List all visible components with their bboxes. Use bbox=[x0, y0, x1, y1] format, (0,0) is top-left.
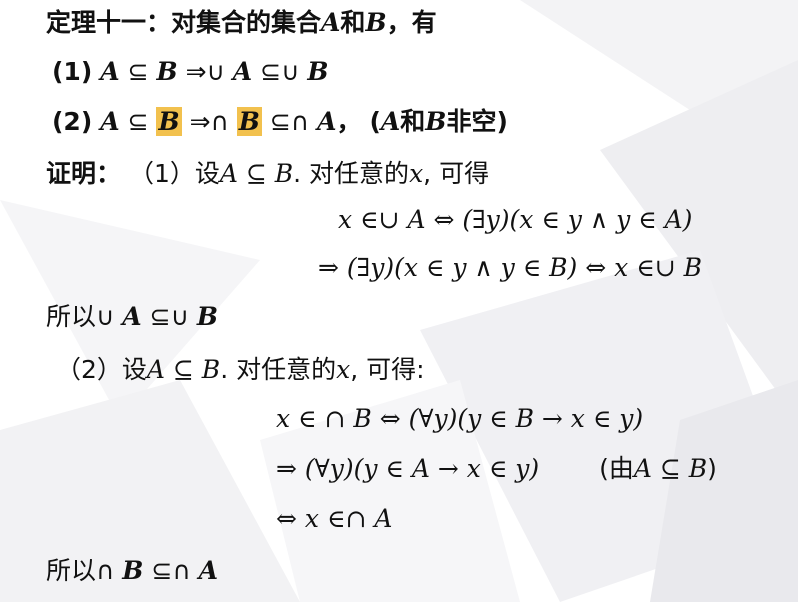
theorem-set-b: B bbox=[365, 8, 387, 37]
conclusion-1-prefix: 所以 bbox=[46, 302, 97, 331]
conclusion-2-prefix: 所以 bbox=[46, 556, 97, 585]
statement-1: (1) A ⊆ B ⇒∪ A ⊆∪ B bbox=[52, 55, 328, 89]
proof-part-2-condition: A ⊆ B bbox=[146, 355, 221, 384]
statement-2-comma: ， bbox=[336, 107, 362, 136]
statement-2-a: A bbox=[100, 107, 120, 136]
proof-part-1-x: x bbox=[409, 159, 424, 188]
statement-1-implies: ⇒∪ bbox=[185, 57, 225, 86]
equation-3: x ∈ ∩ B ⇔ (∀y)(y ∈ B → x ∈ y) bbox=[276, 404, 644, 433]
statement-2-b2-highlighted: B bbox=[236, 107, 262, 136]
statement-2-label: (2) bbox=[52, 107, 93, 136]
statement-2: (2) A ⊆ B ⇒∩ B ⊆∩ A， (A和B非空) bbox=[52, 105, 508, 139]
equation-4-expr: ⇒ (∀y)(y ∈ A → x ∈ y) bbox=[276, 454, 540, 483]
theorem-and: 和 bbox=[340, 8, 366, 37]
conclusion-2-b: B bbox=[122, 556, 144, 585]
proof-part-1-end: , 可得 bbox=[423, 159, 490, 188]
conclusion-1: 所以∪ A ⊆∪ B bbox=[46, 300, 218, 334]
proof-part-2-mid: . 对任意的 bbox=[220, 355, 337, 384]
equation-5: ⇔ x ∈∩ A bbox=[276, 504, 393, 533]
statement-2-implies: ⇒∩ bbox=[189, 107, 229, 136]
statement-1-b2: B bbox=[307, 57, 329, 86]
statement-2-a2: A bbox=[317, 107, 337, 136]
statement-1-subset-union: ⊆∪ bbox=[260, 57, 300, 86]
proof-part-2-end: , 可得: bbox=[350, 355, 425, 384]
theorem-set-a: A bbox=[321, 8, 341, 37]
conclusion-2-a: A bbox=[198, 556, 218, 585]
conclusion-2: 所以∩ B ⊆∩ A bbox=[46, 554, 218, 588]
equation-2: ⇒ (∃y)(x ∈ y ∧ y ∈ B) ⇔ x ∈∪ B bbox=[318, 253, 702, 282]
statement-2-subset: ⊆ bbox=[127, 107, 149, 136]
proof-part-2-label: （2）设 bbox=[56, 355, 147, 384]
statement-2-note: (A和B非空) bbox=[369, 107, 508, 136]
statement-1-a: A bbox=[100, 57, 120, 86]
conclusion-2-subset-intersection: ⊆∩ bbox=[151, 556, 191, 585]
conclusion-2-intersection: ∩ bbox=[96, 556, 115, 585]
statement-1-a2: A bbox=[232, 57, 253, 86]
equation-1: x ∈∪ A ⇔ (∃y)(x ∈ y ∧ y ∈ A) bbox=[338, 205, 693, 234]
statement-1-label: (1) bbox=[52, 57, 93, 86]
conclusion-1-b: B bbox=[196, 302, 218, 331]
statement-2-b-highlighted: B bbox=[156, 107, 182, 136]
proof-part-1-mid: . 对任意的 bbox=[293, 159, 410, 188]
proof-part-2-x: x bbox=[336, 355, 351, 384]
statement-2-subset-intersection: ⊆∩ bbox=[269, 107, 310, 136]
statement-1-b: B bbox=[156, 57, 178, 86]
theorem-title: 定理十一：对集合的集合A和B，有 bbox=[46, 6, 437, 40]
proof-part-1-condition: A ⊆ B bbox=[219, 159, 294, 188]
conclusion-1-union: ∪ bbox=[96, 302, 115, 331]
proof-part-2-intro: （2）设A ⊆ B. 对任意的x, 可得: bbox=[56, 353, 425, 387]
proof-part-1-intro: 证明： （1）设A ⊆ B. 对任意的x, 可得 bbox=[46, 157, 489, 191]
conclusion-1-a: A bbox=[122, 302, 142, 331]
proof-part-1-label: （1）设 bbox=[128, 159, 220, 188]
statement-1-subset: ⊆ bbox=[127, 57, 149, 86]
theorem-tail: ，有 bbox=[386, 8, 437, 37]
theorem-title-text: 定理十一：对集合的集合 bbox=[46, 8, 322, 37]
equation-4: ⇒ (∀y)(y ∈ A → x ∈ y) (由A ⊆ B) bbox=[276, 452, 717, 486]
equation-4-note: (由A ⊆ B) bbox=[599, 454, 717, 483]
proof-label: 证明： bbox=[46, 159, 122, 188]
conclusion-1-subset-union: ⊆∪ bbox=[149, 302, 189, 331]
